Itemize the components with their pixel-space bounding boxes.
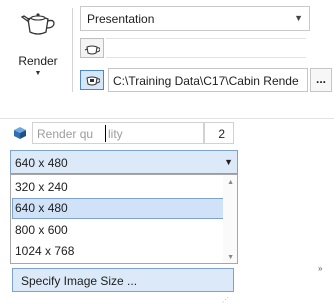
image-size-value: 640 x 480	[15, 156, 68, 170]
render-label: Render	[18, 54, 58, 68]
image-size-option[interactable]: 800 x 600	[12, 220, 224, 241]
render-quality-placeholder-left: Render qu	[37, 127, 94, 141]
scroll-down-icon[interactable]: ▼	[227, 254, 234, 261]
render-quality-value[interactable]: 2	[204, 122, 234, 144]
image-size-select[interactable]: 640 x 480 ▼	[10, 150, 238, 174]
separator	[0, 118, 334, 119]
text-cursor	[105, 125, 106, 142]
resize-grip-icon[interactable]: ⋰	[222, 296, 229, 304]
teapot-small-icon	[84, 45, 100, 55]
render-to-file-button[interactable]	[80, 70, 104, 90]
image-size-list: 320 x 240 640 x 480 800 x 600 1024 x 768…	[10, 174, 238, 264]
output-path-value: C:\Training Data\C17\Cabin Rende	[113, 74, 299, 88]
render-quality-input[interactable]: Render qu lity	[32, 122, 204, 144]
specify-image-size-button[interactable]: Specify Image Size ...	[12, 268, 234, 292]
render-preset-select[interactable]: Presentation ▼	[80, 6, 310, 31]
separator	[72, 8, 73, 92]
teapot-file-icon	[86, 76, 100, 86]
teapot-icon	[20, 13, 55, 35]
environment-button[interactable]	[80, 38, 104, 58]
image-size-option[interactable]: 320 x 240	[12, 177, 224, 198]
render-preset-value: Presentation	[87, 12, 155, 26]
environment-bar	[106, 38, 306, 58]
scroll-up-icon[interactable]: ▲	[227, 179, 234, 186]
image-size-option[interactable]: 1024 x 768	[12, 241, 224, 262]
scrollbar[interactable]: ▲ ▼	[223, 175, 237, 263]
image-size-option-selected[interactable]: 640 x 480	[12, 198, 224, 219]
chevron-down-icon: ▼	[224, 157, 233, 167]
browse-button[interactable]: ...	[310, 68, 332, 92]
render-button[interactable]: Render ▼	[8, 6, 68, 92]
render-quality-placeholder-right: lity	[108, 127, 123, 141]
chevron-down-icon: ▼	[294, 13, 303, 23]
specify-image-size-label: Specify Image Size ...	[21, 274, 138, 288]
cube-icon	[14, 127, 26, 139]
scroll-right-icon[interactable]: »	[318, 264, 322, 273]
output-path-field[interactable]: C:\Training Data\C17\Cabin Rende	[108, 68, 308, 92]
chevron-down-icon: ▼	[34, 70, 42, 77]
